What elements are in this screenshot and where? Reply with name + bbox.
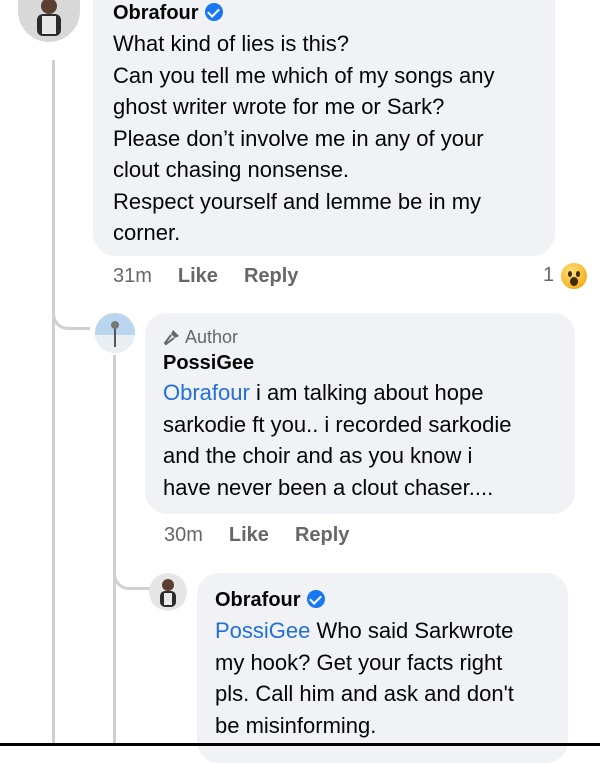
comment-author-name[interactable]: Obrafour bbox=[215, 589, 301, 611]
like-button[interactable]: Like bbox=[178, 265, 218, 287]
verified-badge-icon bbox=[306, 590, 325, 608]
avatar[interactable] bbox=[18, 0, 80, 42]
comment-text: Obrafour i am talking about hope sarkodi… bbox=[163, 380, 512, 500]
wow-reaction-icon[interactable] bbox=[559, 261, 589, 291]
mention-link[interactable]: PossiGee bbox=[215, 618, 310, 643]
comment-actions: 31m Like Reply bbox=[113, 265, 324, 288]
thread-line bbox=[52, 60, 55, 746]
like-button[interactable]: Like bbox=[229, 524, 269, 546]
reaction-count[interactable]: 1 bbox=[543, 264, 554, 287]
comment-text: What kind of lies is this? Can you tell … bbox=[113, 31, 495, 245]
comment-text: PossiGee Who said Sarkwrote my hook? Get… bbox=[215, 618, 514, 738]
reply-button[interactable]: Reply bbox=[244, 265, 298, 287]
author-badge: Author bbox=[185, 327, 239, 347]
avatar[interactable] bbox=[149, 573, 187, 611]
reply-button[interactable]: Reply bbox=[295, 524, 349, 546]
comment-actions: 30m Like Reply bbox=[164, 524, 375, 547]
mention-link[interactable]: Obrafour bbox=[163, 380, 250, 405]
thread-line-nested bbox=[113, 355, 116, 746]
microphone-icon bbox=[163, 330, 179, 346]
comment-timestamp[interactable]: 31m bbox=[113, 265, 152, 287]
comment-author-name[interactable]: PossiGee bbox=[163, 349, 559, 377]
verified-badge-icon bbox=[204, 3, 223, 21]
thread-connector-curve-nested bbox=[113, 560, 151, 590]
comment-author-name[interactable]: Obrafour bbox=[113, 2, 199, 24]
reply-bubble: Obrafour PossiGee Who said Sarkwrote my … bbox=[197, 573, 568, 763]
comment-bubble: Obrafour What kind of lies is this? Can … bbox=[93, 0, 555, 256]
comment-timestamp[interactable]: 30m bbox=[164, 524, 203, 546]
reply-bubble: Author PossiGee Obrafour i am talking ab… bbox=[145, 313, 575, 514]
avatar[interactable] bbox=[95, 313, 135, 353]
thread-connector-curve bbox=[52, 300, 90, 330]
